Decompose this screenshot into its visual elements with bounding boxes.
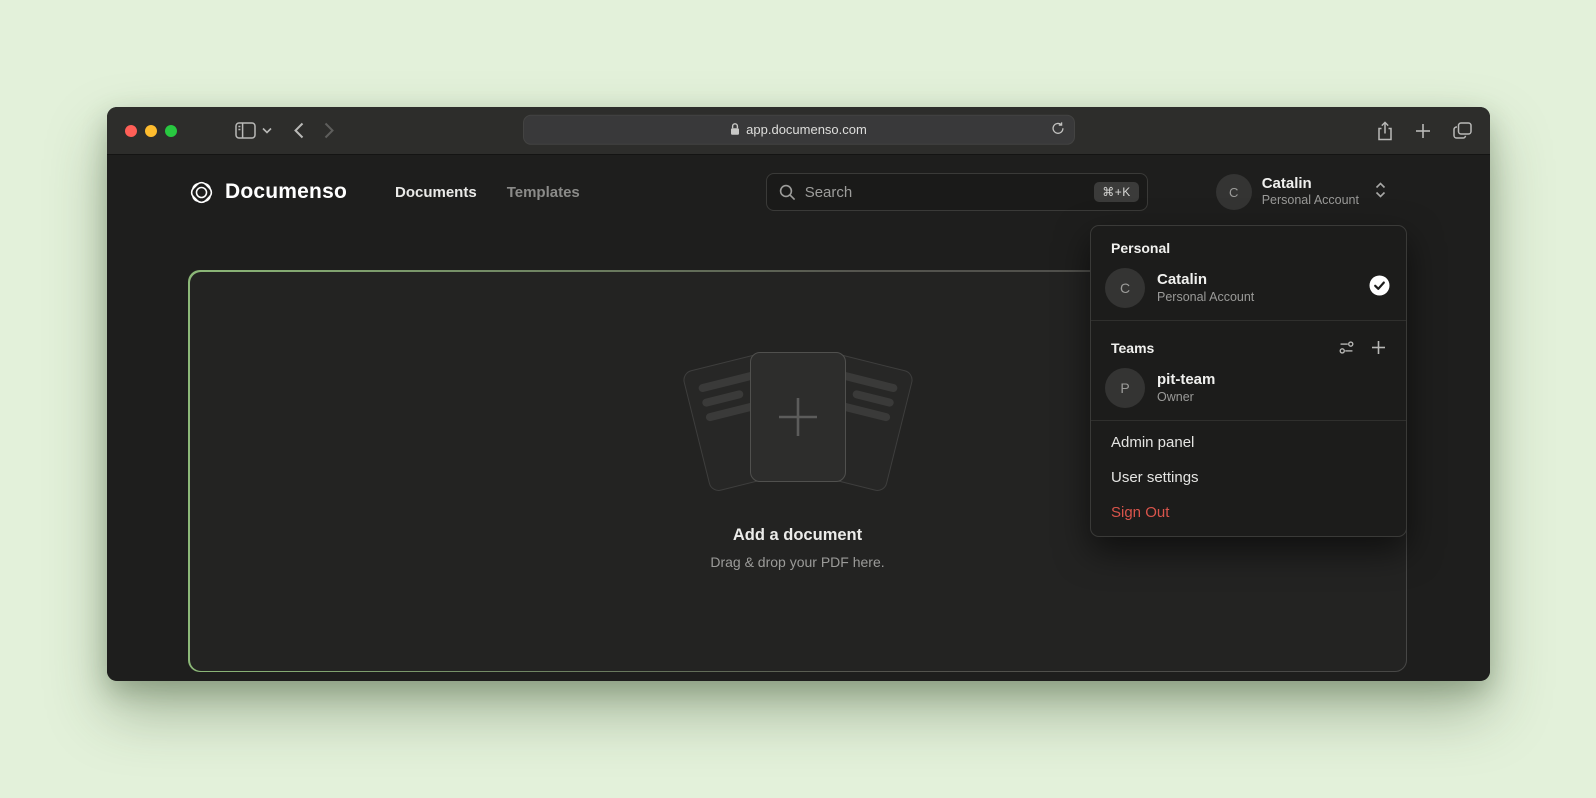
personal-account-item[interactable]: C Catalin Personal Account (1091, 262, 1406, 318)
personal-name: Catalin (1157, 271, 1357, 290)
app-content: Documenso Documents Templates ⌘+K C (107, 155, 1490, 680)
team-role: Owner (1157, 389, 1390, 405)
dropzone-title: Add a document (733, 526, 862, 545)
search-bar[interactable]: ⌘+K (766, 173, 1148, 211)
back-button-icon[interactable] (294, 122, 304, 139)
team-avatar: P (1105, 368, 1145, 408)
url-text: app.documenso.com (746, 122, 867, 137)
browser-toolbar: app.documenso.com (107, 107, 1490, 155)
brand[interactable]: Documenso (188, 179, 347, 206)
nav-documents[interactable]: Documents (395, 184, 477, 201)
menu-item-user-settings[interactable]: User settings (1091, 460, 1406, 495)
sidebar-toggle-icon[interactable] (235, 122, 256, 139)
account-menu-button[interactable]: C Catalin Personal Account (1216, 174, 1386, 210)
manage-teams-sliders-icon[interactable] (1338, 339, 1355, 356)
teams-heading-row: Teams (1091, 325, 1406, 362)
team-item[interactable]: P pit-team Owner (1091, 362, 1406, 418)
reload-icon[interactable] (1051, 121, 1065, 138)
minimize-window-button[interactable] (145, 125, 157, 137)
search-shortcut-badge: ⌘+K (1094, 182, 1139, 202)
document-stack-plus-icon (668, 352, 928, 500)
new-tab-icon[interactable] (1415, 123, 1431, 139)
search-icon (779, 184, 796, 201)
close-window-button[interactable] (125, 125, 137, 137)
brand-name: Documenso (225, 180, 347, 204)
account-name: Catalin (1262, 175, 1359, 193)
nav-templates[interactable]: Templates (507, 184, 580, 201)
tab-overview-icon[interactable] (1453, 122, 1472, 139)
front-card (750, 352, 846, 482)
account-texts: Catalin Personal Account (1262, 175, 1359, 209)
menu-item-sign-out[interactable]: Sign Out (1091, 495, 1406, 530)
search-input[interactable] (805, 184, 1085, 201)
add-team-plus-icon[interactable] (1371, 340, 1386, 355)
toolbar-right-icons (1377, 121, 1472, 141)
forward-button-icon (324, 122, 334, 139)
primary-nav: Documents Templates (395, 184, 580, 201)
personal-avatar: C (1105, 268, 1145, 308)
account-dropdown-menu: Personal C Catalin Personal Account (1090, 225, 1407, 537)
menu-divider (1091, 320, 1406, 321)
personal-heading: Personal (1091, 226, 1406, 262)
address-bar[interactable]: app.documenso.com (523, 114, 1075, 144)
personal-subtitle: Personal Account (1157, 289, 1357, 305)
share-icon[interactable] (1377, 121, 1393, 141)
lock-icon (730, 123, 740, 136)
chevrons-up-down-icon (1375, 182, 1386, 203)
window-controls (125, 125, 177, 137)
dropzone-subtitle: Drag & drop your PDF here. (710, 554, 884, 570)
zoom-window-button[interactable] (165, 125, 177, 137)
menu-divider (1091, 420, 1406, 421)
team-name: pit-team (1157, 371, 1390, 390)
toolbar-chevron-down-icon[interactable] (262, 127, 272, 134)
check-circle-icon (1369, 275, 1390, 301)
teams-heading: Teams (1111, 340, 1154, 356)
browser-window: app.documenso.com (107, 107, 1490, 681)
account-subtitle: Personal Account (1262, 193, 1359, 209)
menu-item-admin-panel[interactable]: Admin panel (1091, 425, 1406, 460)
desktop-background: app.documenso.com (0, 0, 1596, 798)
documenso-logo-icon (188, 179, 215, 206)
plus-icon (775, 394, 821, 440)
app-header: Documenso Documents Templates ⌘+K C (107, 155, 1490, 229)
account-avatar: C (1216, 174, 1252, 210)
